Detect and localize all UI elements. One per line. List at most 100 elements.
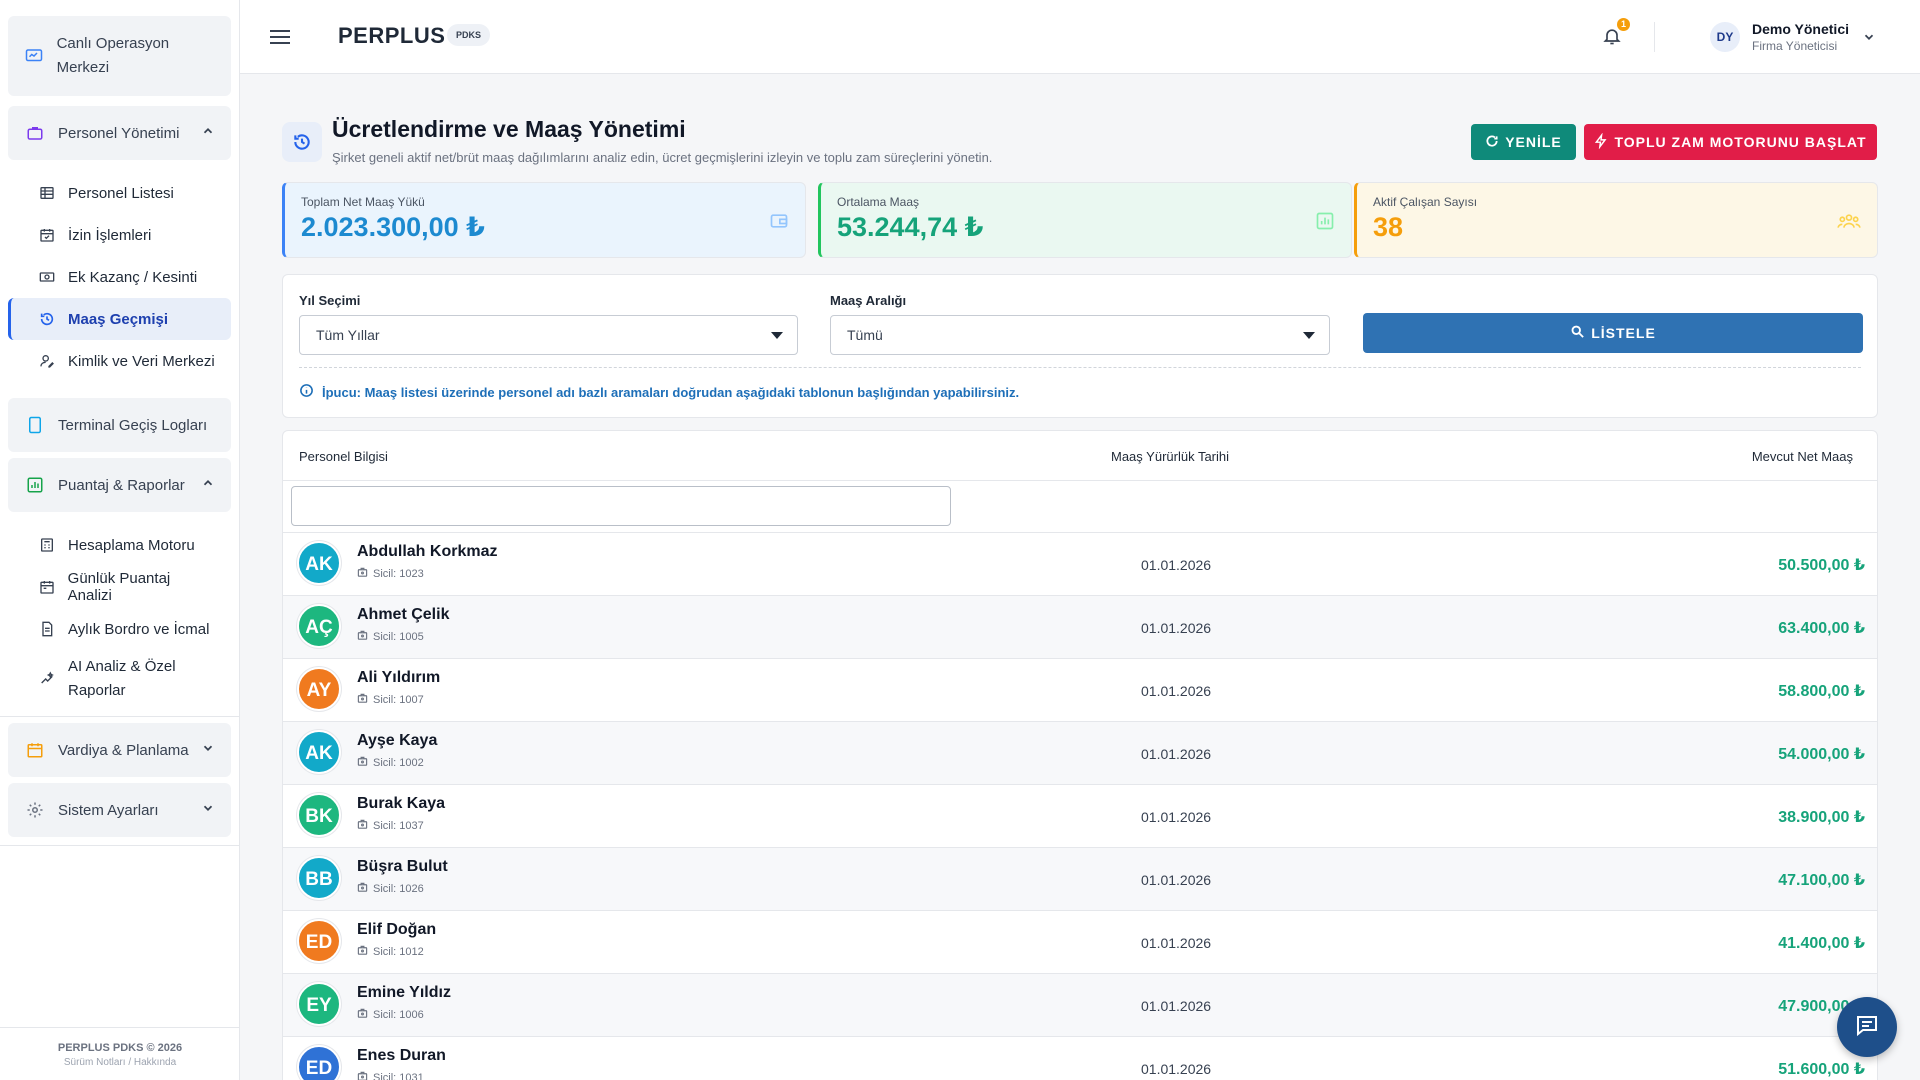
sidebar-item-maas-gecmisi[interactable]: Maaş Geçmişi	[8, 298, 231, 340]
id-card-icon	[357, 882, 368, 896]
sicil-text: Sicil: 1012	[373, 946, 424, 958]
employee-name[interactable]: Büşra Bulut	[357, 858, 448, 876]
employee-name[interactable]: Burak Kaya	[357, 795, 445, 813]
calendar-check-icon	[38, 226, 56, 244]
table-row[interactable]: BB Büşra Bulut Sicil: 1026 01.01.2026 47.100…	[283, 848, 1877, 911]
salary-table: Personel Bilgisi Maaş Yürürlük Tarihi Me…	[282, 430, 1878, 1080]
sidebar-group-label: Sistem Ayarları	[58, 801, 159, 819]
chevron-down-icon	[201, 741, 215, 759]
sidebar-item-kimlik[interactable]: Kimlik ve Veri Merkezi	[8, 340, 231, 382]
table-row[interactable]: ED Elif Doğan Sicil: 1012 01.01.2026 41.400,…	[283, 911, 1877, 974]
net-salary: 63.400,00 ₺	[1778, 620, 1865, 637]
calendar-clock-icon	[24, 739, 46, 761]
table-row[interactable]: BK Burak Kaya Sicil: 1037 01.01.2026 38.900,…	[283, 785, 1877, 848]
name-filter-input[interactable]	[291, 486, 951, 526]
chevron-down-icon[interactable]	[1862, 30, 1876, 49]
avatar: AY	[297, 667, 341, 711]
user-name[interactable]: Demo Yönetici	[1752, 21, 1849, 37]
column-header-salary[interactable]: Mevcut Net Maaş	[1752, 449, 1853, 464]
sicil-text: Sicil: 1002	[373, 757, 424, 769]
table-row[interactable]: AY Ali Yıldırım Sicil: 1007 01.01.2026 58.80…	[283, 659, 1877, 722]
id-card-icon	[357, 819, 368, 833]
sidebar-group-sistem[interactable]: Sistem Ayarları	[8, 783, 231, 837]
avatar: BB	[297, 856, 341, 900]
employee-name[interactable]: Ali Yıldırım	[357, 669, 440, 687]
sidebar-group-puantaj[interactable]: Puantaj & Raporlar	[8, 458, 231, 512]
employee-name[interactable]: Enes Duran	[357, 1047, 446, 1065]
employee-sicil: Sicil: 1007	[357, 693, 424, 707]
page-subtitle: Şirket geneli aktif net/brüt maaş dağılı…	[332, 150, 993, 165]
table-row[interactable]: AK Ayşe Kaya Sicil: 1002 01.01.2026 54.000,0…	[283, 722, 1877, 785]
employee-name[interactable]: Elif Doğan	[357, 921, 436, 939]
net-salary: 58.800,00 ₺	[1778, 683, 1865, 700]
employee-name[interactable]: Emine Yıldız	[357, 984, 451, 1002]
employee-sicil: Sicil: 1002	[357, 756, 424, 770]
stat-average-salary: Ortalama Maaş 53.244,74 ₺	[818, 182, 1352, 258]
employee-name[interactable]: Abdullah Korkmaz	[357, 543, 497, 561]
stat-label: Aktif Çalışan Sayısı	[1373, 195, 1478, 209]
salary-range-select[interactable]: Tümü	[830, 315, 1330, 355]
chart-icon	[24, 474, 46, 496]
sidebar-item-izin-islemleri[interactable]: İzin İşlemleri	[8, 214, 231, 256]
stat-label: Ortalama Maaş	[837, 195, 920, 209]
page-title: Ücretlendirme ve Maaş Yönetimi	[332, 116, 686, 142]
stat-value: 38	[1373, 212, 1404, 242]
sidebar-footer: PERPLUS PDKS © 2026 Sürüm Notları / Hakk…	[0, 1027, 240, 1080]
sicil-text: Sicil: 1006	[373, 1009, 424, 1021]
sidebar-group-label: Personel Yönetimi	[58, 124, 180, 142]
sidebar-group-vardiya[interactable]: Vardiya & Planlama	[8, 723, 231, 777]
sidebar-item-ek-kazanc[interactable]: Ek Kazanç / Kesinti	[8, 256, 231, 298]
refresh-button[interactable]: YENİLE	[1471, 124, 1576, 160]
net-salary: 50.500,00 ₺	[1778, 557, 1865, 574]
sparkles-icon	[38, 670, 56, 688]
employee-name[interactable]: Ayşe Kaya	[357, 732, 437, 750]
sidebar-item-ai-analiz[interactable]: AI Analiz & Özel Raporlar	[8, 650, 231, 708]
year-select[interactable]: Tüm Yıllar	[299, 315, 798, 355]
sidebar-item-aylik-bordro[interactable]: Aylık Bordro ve İcmal	[8, 608, 231, 650]
employee-name[interactable]: Ahmet Çelik	[357, 606, 449, 624]
sidebar-item-hesaplama[interactable]: Hesaplama Motoru	[8, 524, 231, 566]
lightning-icon	[1594, 132, 1608, 152]
range-label: Maaş Aralığı	[830, 293, 907, 308]
release-notes-link[interactable]: Sürüm Notları / Hakkında	[0, 1057, 240, 1068]
chevron-up-icon	[201, 476, 215, 494]
range-select-value: Tümü	[847, 327, 883, 343]
avatar[interactable]: DY	[1710, 22, 1740, 52]
column-header-personel[interactable]: Personel Bilgisi	[299, 449, 388, 464]
sidebar-item-gunluk-puantaj[interactable]: Günlük Puantaj Analizi	[8, 566, 231, 608]
sidebar-group-live-operations[interactable]: Canlı Operasyon Merkezi	[8, 16, 231, 96]
net-salary: 38.900,00 ₺	[1778, 809, 1865, 826]
chat-button[interactable]	[1837, 997, 1897, 1057]
year-label: Yıl Seçimi	[299, 293, 361, 308]
tip-message: İpucu: Maaş listesi üzerinde personel ad…	[299, 383, 1019, 401]
sidebar-item-personel-listesi[interactable]: Personel Listesi	[8, 172, 231, 214]
bulk-raise-button[interactable]: TOPLU ZAM MOTORUNU BAŞLAT	[1584, 124, 1877, 160]
effective-date: 01.01.2026	[1141, 809, 1212, 825]
user-edit-icon	[38, 352, 56, 370]
list-button[interactable]: LİSTELE	[1363, 313, 1863, 353]
effective-date: 01.01.2026	[1141, 1061, 1212, 1077]
table-header: Personel Bilgisi Maaş Yürürlük Tarihi Me…	[283, 431, 1877, 481]
id-card-icon	[357, 567, 368, 581]
top-bar: PERPLUS PDKS 1 DY Demo Yönetici Firma Yö…	[240, 0, 1920, 74]
sidebar-item-label: Personel Listesi	[68, 184, 174, 202]
sidebar-group-terminal[interactable]: Terminal Geçiş Logları	[8, 398, 231, 452]
table-row[interactable]: ED Enes Duran Sicil: 1031 01.01.2026 51.600,…	[283, 1037, 1877, 1080]
column-header-date[interactable]: Maaş Yürürlük Tarihi	[1111, 449, 1229, 464]
table-row[interactable]: EY Emine Yıldız Sicil: 1006 01.01.2026 47.90…	[283, 974, 1877, 1037]
employee-sicil: Sicil: 1012	[357, 945, 424, 959]
id-card-icon	[357, 945, 368, 959]
sidebar-group-personel[interactable]: Personel Yönetimi	[8, 106, 231, 160]
avatar: ED	[297, 919, 341, 963]
tip-text: İpucu: Maaş listesi üzerinde personel ad…	[322, 384, 1020, 400]
menu-icon[interactable]	[270, 28, 292, 51]
employee-sicil: Sicil: 1006	[357, 1008, 424, 1022]
id-card-icon	[357, 693, 368, 707]
table-row[interactable]: AÇ Ahmet Çelik Sicil: 1005 01.01.2026 63.400…	[283, 596, 1877, 659]
bulk-raise-label: TOPLU ZAM MOTORUNU BAŞLAT	[1614, 134, 1867, 150]
table-row[interactable]: AK Abdullah Korkmaz Sicil: 1023 01.01.2026 5…	[283, 533, 1877, 596]
caret-down-icon	[1303, 332, 1315, 339]
sicil-text: Sicil: 1031	[373, 1072, 424, 1080]
copyright-text: PERPLUS PDKS © 2026	[57, 1042, 183, 1054]
sicil-text: Sicil: 1023	[373, 568, 424, 580]
